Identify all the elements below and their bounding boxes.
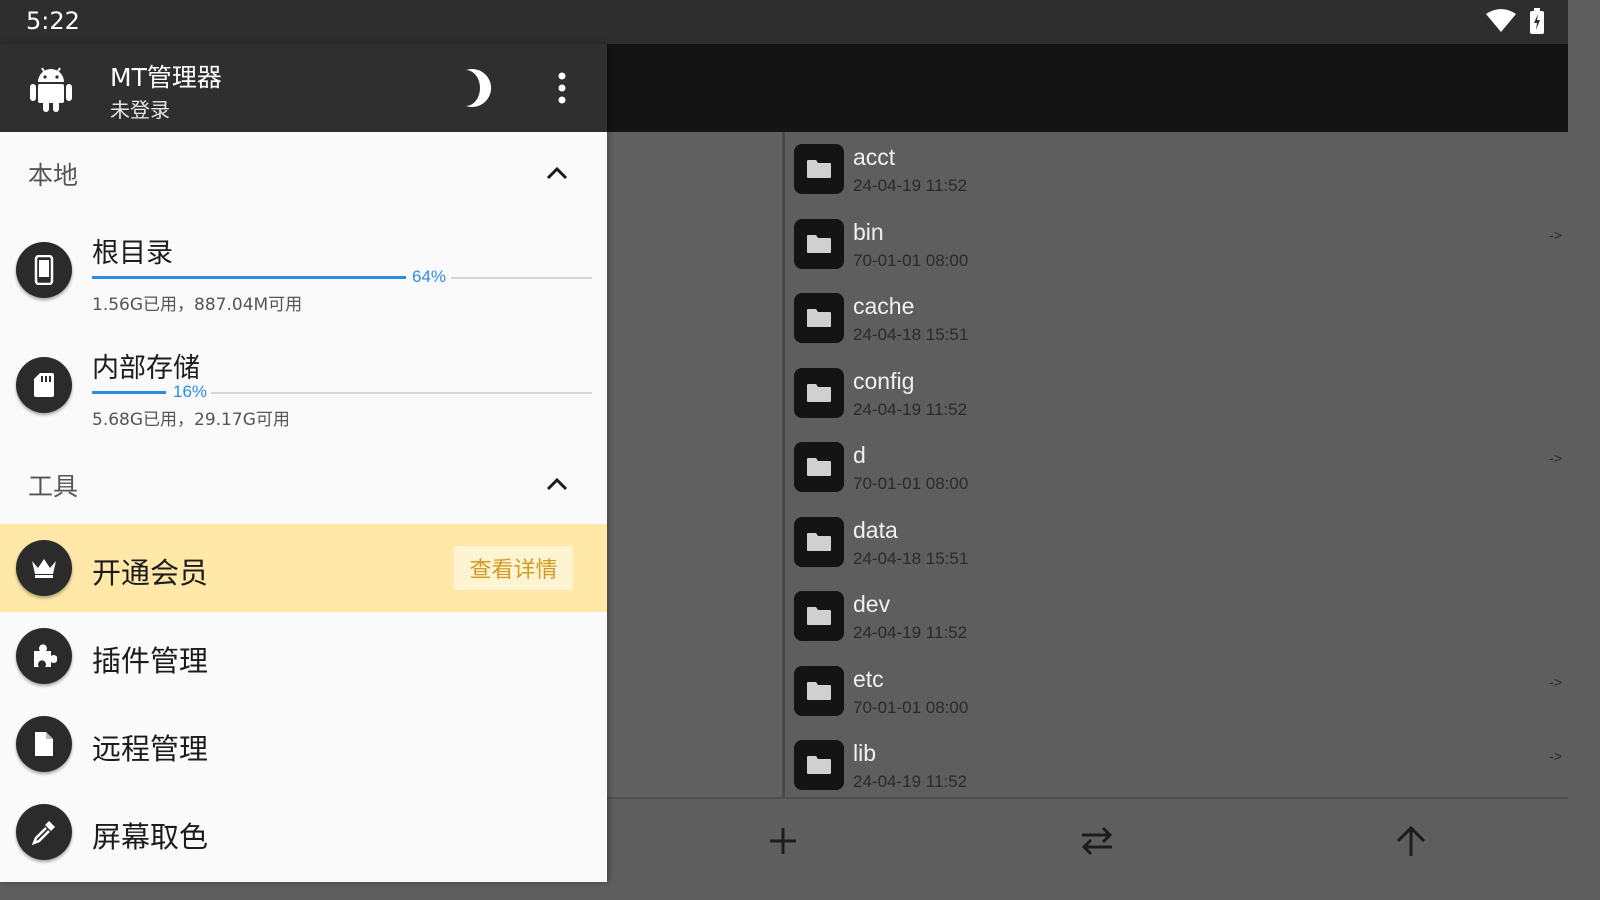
file-date: 24-04-18 15:51 bbox=[853, 548, 969, 568]
file-name: dev bbox=[853, 591, 891, 617]
symlink-indicator: -> bbox=[1549, 673, 1562, 690]
file-date: 24-04-18 15:51 bbox=[853, 325, 969, 344]
navigation-drawer: MT管理器 未登录 本地 根目录 64% 1.56G已用，887.04M可用 内… bbox=[0, 44, 607, 882]
android-logo-icon bbox=[30, 64, 72, 112]
tool-label: 屏幕取色 bbox=[92, 820, 209, 854]
file-browser-toolbar bbox=[607, 44, 1568, 132]
section-title-tools: 工具 bbox=[28, 472, 79, 501]
folder-icon bbox=[794, 218, 844, 269]
symlink-indicator: -> bbox=[1549, 226, 1562, 243]
file-browser-side-panel bbox=[607, 132, 785, 797]
folder-icon bbox=[794, 591, 844, 641]
sd-card-icon bbox=[16, 357, 72, 413]
arrow-up-icon[interactable] bbox=[1389, 819, 1433, 863]
file-browser-bottom-bar bbox=[607, 797, 1568, 882]
file-row[interactable]: data 24-04-18 15:51 bbox=[788, 505, 1568, 579]
file-date: 70-01-01 08:00 bbox=[853, 250, 969, 270]
file-icon bbox=[16, 716, 72, 772]
chevron-up-icon[interactable] bbox=[542, 469, 572, 499]
file-date: 24-04-19 11:52 bbox=[853, 399, 968, 419]
storage-bar-used bbox=[92, 391, 166, 394]
storage-bar-free bbox=[211, 392, 592, 394]
folder-icon bbox=[794, 740, 844, 790]
app-name: MT管理器 bbox=[110, 63, 222, 92]
view-details-button[interactable]: 查看详情 bbox=[454, 546, 573, 590]
storage-name: 根目录 bbox=[92, 238, 173, 269]
file-name: cache bbox=[853, 293, 915, 319]
crown-icon bbox=[16, 540, 72, 596]
storage-item-root[interactable]: 根目录 64% 1.56G已用，887.04M可用 bbox=[0, 216, 607, 326]
symlink-indicator: -> bbox=[1549, 450, 1562, 466]
folder-icon bbox=[794, 293, 844, 343]
puzzle-icon bbox=[16, 628, 72, 684]
file-row[interactable]: config 24-04-19 11:52 bbox=[788, 356, 1568, 430]
battery-charging-icon bbox=[1530, 8, 1544, 38]
tool-item-color-picker[interactable]: 屏幕取色 bbox=[0, 788, 607, 876]
folder-icon bbox=[794, 367, 844, 418]
storage-bar-free bbox=[451, 277, 592, 279]
storage-percent: 64% bbox=[412, 267, 447, 286]
folder-icon bbox=[794, 665, 844, 716]
tool-item-vip[interactable]: 开通会员 查看详情 bbox=[0, 524, 607, 612]
file-list: acct 24-04-19 11:52 bin 70-01-01 08:00 -> cac… bbox=[788, 132, 1568, 797]
wifi-icon bbox=[1486, 9, 1516, 37]
status-time: 5:22 bbox=[26, 7, 80, 35]
file-name: acct bbox=[853, 144, 896, 170]
file-row[interactable]: acct 24-04-19 11:52 bbox=[788, 132, 1568, 206]
storage-percent: 16% bbox=[173, 382, 208, 401]
file-name: bin bbox=[853, 218, 884, 245]
file-row[interactable]: dev 24-04-19 11:52 bbox=[788, 579, 1568, 653]
file-row[interactable]: cache 24-04-18 15:51 bbox=[788, 281, 1568, 355]
swap-icon[interactable] bbox=[1075, 819, 1119, 863]
storage-usage: 1.56G已用，887.04M可用 bbox=[92, 295, 303, 315]
storage-bar-used bbox=[92, 276, 406, 279]
section-title-local: 本地 bbox=[28, 161, 79, 190]
tool-label: 开通会员 bbox=[92, 556, 209, 590]
file-name: lib bbox=[853, 740, 877, 766]
folder-icon bbox=[794, 144, 844, 194]
chevron-up-icon[interactable] bbox=[542, 158, 572, 188]
file-name: config bbox=[853, 367, 915, 394]
eyedropper-icon bbox=[16, 804, 72, 860]
status-bar: 5:22 bbox=[0, 0, 1568, 44]
login-status[interactable]: 未登录 bbox=[110, 94, 170, 123]
file-date: 24-04-19 11:52 bbox=[853, 772, 968, 791]
file-date: 24-04-19 11:52 bbox=[853, 176, 968, 195]
add-icon[interactable] bbox=[761, 819, 805, 863]
file-row[interactable]: etc 70-01-01 08:00 -> bbox=[788, 654, 1568, 728]
tool-label: 插件管理 bbox=[92, 644, 209, 678]
file-name: etc bbox=[853, 665, 884, 692]
tool-label: 远程管理 bbox=[92, 732, 209, 766]
folder-icon bbox=[794, 516, 844, 567]
drawer-header: MT管理器 未登录 bbox=[0, 44, 607, 132]
storage-usage: 5.68G已用，29.17G可用 bbox=[92, 410, 290, 430]
night-mode-icon[interactable] bbox=[452, 66, 496, 110]
file-date: 70-01-01 08:00 bbox=[853, 474, 969, 493]
folder-icon bbox=[794, 442, 844, 492]
file-date: 24-04-19 11:52 bbox=[853, 623, 968, 642]
tool-item-plugins[interactable]: 插件管理 bbox=[0, 612, 607, 700]
storage-item-internal[interactable]: 内部存储 16% 5.68G已用，29.17G可用 bbox=[0, 331, 607, 441]
file-row[interactable]: bin 70-01-01 08:00 -> bbox=[788, 207, 1568, 281]
storage-name: 内部存储 bbox=[92, 353, 200, 384]
symlink-indicator: -> bbox=[1549, 748, 1562, 764]
file-row[interactable]: lib 24-04-19 11:52 -> bbox=[788, 728, 1568, 797]
phone-icon bbox=[16, 242, 72, 298]
file-row[interactable]: d 70-01-01 08:00 -> bbox=[788, 430, 1568, 504]
tool-item-remote[interactable]: 远程管理 bbox=[0, 700, 607, 788]
file-name: data bbox=[853, 516, 898, 543]
file-date: 70-01-01 08:00 bbox=[853, 697, 969, 717]
file-name: d bbox=[853, 442, 866, 468]
more-options-icon[interactable] bbox=[540, 66, 584, 110]
